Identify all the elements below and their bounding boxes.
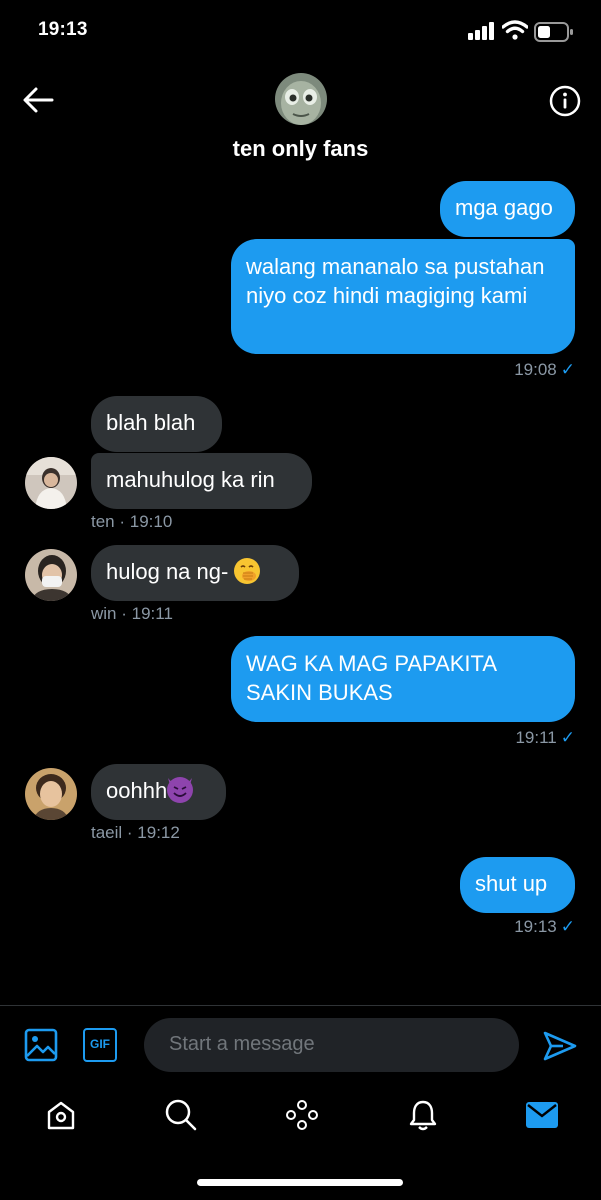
message-text: oohhh [106, 778, 168, 803]
message-sender-time: win · 19:11 [91, 604, 173, 623]
outgoing-message[interactable]: mga gago [440, 181, 575, 237]
smiling-devil-emoji-icon [167, 777, 194, 803]
message-input-placeholder: Start a message [169, 1033, 315, 1055]
message-timestamp: 19:08 ✓ [514, 360, 575, 380]
timestamp-text: 19:13 [514, 917, 557, 936]
message-sender-time: ten · 19:10 [91, 512, 173, 531]
sent-check-icon: ✓ [560, 728, 575, 747]
messages-icon[interactable] [525, 1101, 559, 1129]
outgoing-message[interactable]: walang mananalo sa pustahan niyo coz hin… [231, 239, 575, 354]
search-icon[interactable] [164, 1099, 198, 1131]
message-text: hulog na ng- [106, 559, 229, 584]
timestamp-text: 19:08 [514, 360, 557, 379]
status-time: 19:13 [38, 19, 88, 40]
back-arrow-icon[interactable] [22, 86, 54, 114]
avatar[interactable] [25, 549, 77, 601]
message-timestamp: 19:11 ✓ [515, 728, 575, 748]
send-icon[interactable] [543, 1030, 577, 1062]
hand-over-mouth-emoji-icon [234, 558, 261, 584]
incoming-message[interactable]: blah blah [91, 396, 222, 452]
message-timestamp: 19:13 ✓ [514, 917, 575, 937]
battery-icon [534, 22, 573, 42]
incoming-message[interactable]: mahuhulog ka rin [91, 453, 312, 509]
spaces-icon[interactable] [285, 1099, 319, 1131]
conversation-title[interactable]: ten only fans [0, 136, 601, 162]
signal-icon [468, 22, 494, 40]
info-icon[interactable] [549, 85, 581, 117]
timestamp-text: 19:11 [515, 728, 557, 747]
home-icon[interactable] [45, 1099, 77, 1131]
outgoing-message[interactable]: WAG KA MAG PAPAKITA SAKIN BUKAS [231, 636, 575, 722]
avatar[interactable] [25, 457, 77, 509]
sent-check-icon: ✓ [560, 917, 575, 936]
message-sender-time: taeil · 19:12 [91, 823, 180, 842]
outgoing-message[interactable]: shut up [460, 857, 575, 913]
group-avatar[interactable] [275, 73, 327, 125]
gif-icon[interactable]: GIF [83, 1028, 117, 1062]
wifi-icon [502, 20, 528, 40]
sent-check-icon: ✓ [560, 360, 575, 379]
composer-divider [0, 1005, 601, 1006]
incoming-message[interactable]: oohhh [91, 764, 226, 820]
home-indicator [197, 1179, 403, 1186]
incoming-message[interactable]: hulog na ng- [91, 545, 299, 601]
image-icon[interactable] [24, 1028, 58, 1062]
avatar[interactable] [25, 768, 77, 820]
notifications-icon[interactable] [408, 1099, 438, 1131]
